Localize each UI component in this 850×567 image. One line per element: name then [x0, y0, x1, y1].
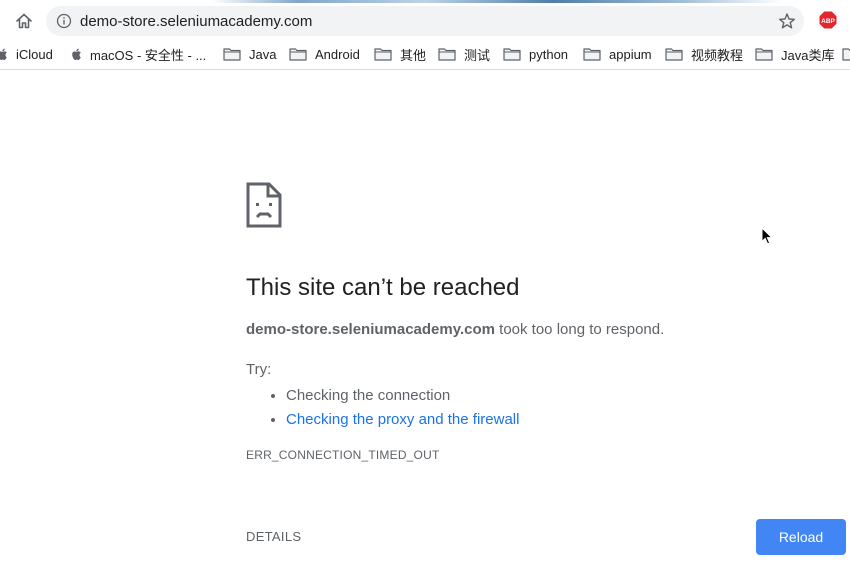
folder-icon — [438, 48, 456, 61]
bookmark-label: Android — [315, 46, 360, 62]
url-text[interactable]: demo-store.seleniumacademy.com — [80, 13, 312, 30]
folder-icon — [755, 48, 773, 61]
svg-text:ABP: ABP — [821, 18, 835, 25]
suggestion-item: Checking the connection — [286, 384, 519, 408]
apple-icon — [72, 48, 81, 60]
folder-icon — [374, 48, 392, 61]
folder-icon — [503, 48, 521, 61]
suggestion-item: Checking the proxy and the firewall — [286, 408, 519, 432]
bookmark-label: 测试 — [464, 47, 491, 63]
folder-icon — [583, 48, 601, 61]
home-icon[interactable] — [14, 11, 34, 31]
bookmark-folder-appium[interactable]: appium — [583, 46, 652, 62]
bookmark-icloud[interactable]: iCloud — [0, 46, 53, 62]
bookmark-label: 其他 — [400, 47, 427, 63]
bookmark-label: iCloud — [16, 46, 53, 62]
bookmark-folder-video-tutorials[interactable]: 视频教程 — [665, 46, 744, 63]
try-label: Try: — [246, 361, 272, 378]
error-message: took too long to respond. — [494, 321, 665, 338]
apple-icon — [0, 48, 7, 60]
reload-button[interactable]: Reload — [756, 519, 846, 555]
window-top-strip — [0, 0, 850, 3]
bookmark-folder-android[interactable]: Android — [289, 46, 360, 62]
bookmark-label: 视频教程 — [691, 47, 744, 63]
bookmarks-bar: iCloud macOS - 安全性 - ... Java Android 其他 — [0, 40, 850, 70]
mouse-cursor-icon — [761, 227, 773, 245]
bookmark-folder-test[interactable]: 测试 — [438, 46, 491, 63]
folder-icon — [665, 48, 683, 61]
proxy-firewall-link[interactable]: Checking the proxy and the firewall — [286, 411, 519, 428]
bookmark-folder-other[interactable]: 其他 — [374, 46, 427, 63]
error-description: demo-store.seleniumacademy.com took too … — [246, 321, 664, 338]
star-icon[interactable] — [778, 12, 796, 30]
address-bar[interactable]: demo-store.seleniumacademy.com — [46, 6, 804, 36]
adblock-icon[interactable]: ABP — [819, 11, 837, 29]
suggestion-text: Checking the connection — [286, 387, 451, 404]
bookmark-folder-java[interactable]: Java — [223, 46, 276, 62]
folder-icon — [842, 48, 850, 61]
bookmark-label: python — [529, 46, 569, 62]
error-host: demo-store.seleniumacademy.com — [246, 321, 495, 338]
browser-toolbar: demo-store.seleniumacademy.com ABP — [0, 0, 850, 40]
error-code: ERR_CONNECTION_TIMED_OUT — [246, 448, 440, 462]
bookmark-label: Java — [249, 46, 277, 62]
details-button[interactable]: DETAILS — [246, 529, 301, 544]
bookmark-macos-security[interactable]: macOS - 安全性 - ... — [72, 46, 207, 63]
bookmark-label: appium — [609, 46, 652, 62]
bookmark-overflow[interactable] — [842, 46, 850, 62]
info-icon[interactable] — [56, 13, 72, 29]
bookmark-folder-java-libs[interactable]: Java类库 — [755, 46, 835, 63]
page-title: This site can’t be reached — [246, 274, 520, 301]
folder-icon — [289, 48, 307, 61]
bookmark-label: macOS - 安全性 - ... — [90, 47, 207, 63]
bookmark-label: Java类库 — [781, 47, 835, 63]
sad-page-icon — [246, 182, 282, 228]
bookmark-folder-python[interactable]: python — [503, 46, 568, 62]
suggestions-list: Checking the connection Checking the pro… — [246, 384, 519, 432]
folder-icon — [223, 48, 241, 61]
